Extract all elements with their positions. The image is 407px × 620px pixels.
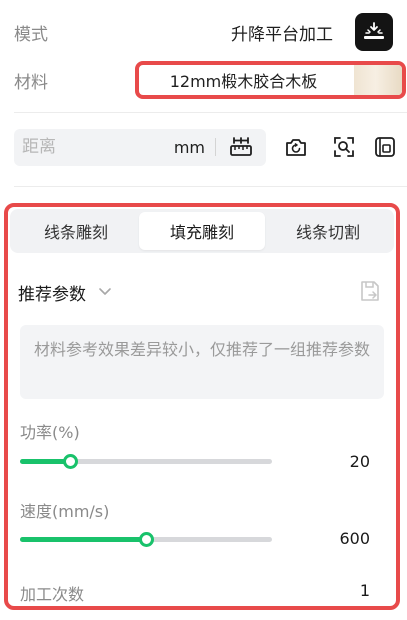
distance-row: mm	[0, 128, 407, 166]
mode-value[interactable]: 升降平台加工	[231, 20, 333, 45]
distance-input[interactable]	[14, 137, 174, 157]
speed-slider[interactable]	[20, 532, 272, 547]
preset-row[interactable]: 推荐参数	[18, 277, 382, 307]
passes-label: 加工次数	[20, 585, 85, 604]
power-value[interactable]: 20	[350, 452, 370, 471]
chevron-down-icon[interactable]	[98, 287, 112, 297]
preset-note: 材料参考效果差异较小，仅推荐了一组推荐参数	[20, 325, 384, 399]
passes-value[interactable]: 1	[360, 581, 370, 600]
camera-refresh-icon[interactable]	[282, 133, 310, 161]
speed-label: 速度(mm/s)	[20, 502, 110, 521]
ruler-measure-icon[interactable]	[216, 129, 266, 166]
preset-label: 推荐参数	[18, 284, 86, 305]
slider-thumb[interactable]	[139, 532, 154, 547]
distance-field: mm	[14, 128, 266, 166]
divider	[14, 112, 407, 113]
material-row: 材料 12mm椴木胶合木板	[0, 60, 407, 100]
mode-label: 模式	[14, 24, 48, 45]
tab-fill-engrave[interactable]: 填充雕刻	[139, 212, 265, 250]
power-label: 功率(%)	[20, 423, 80, 442]
divider	[14, 186, 407, 187]
focus-scan-icon[interactable]	[330, 133, 358, 161]
tab-line-cut[interactable]: 线条切割	[265, 212, 391, 250]
processing-panel: 线条雕刻 填充雕刻 线条切割 推荐参数 材料参考效果差异较小，仅推荐了一组推荐参…	[4, 203, 400, 610]
tab-line-engrave[interactable]: 线条雕刻	[13, 212, 139, 250]
power-slider[interactable]	[20, 454, 272, 469]
distance-unit: mm	[173, 137, 205, 157]
mode-row: 模式 升降平台加工	[0, 12, 407, 52]
wood-swatch	[354, 65, 402, 95]
speed-value[interactable]: 600	[339, 529, 370, 548]
slider-thumb[interactable]	[63, 454, 79, 469]
lift-platform-icon[interactable]	[355, 13, 393, 51]
material-value: 12mm椴木胶合木板	[169, 72, 318, 91]
slider-fill	[20, 537, 146, 542]
frame-view-icon[interactable]	[371, 133, 399, 161]
material-label: 材料	[14, 72, 48, 93]
process-tabs: 线条雕刻 填充雕刻 线条切割	[10, 209, 394, 253]
material-select[interactable]: 12mm椴木胶合木板	[135, 61, 406, 99]
save-preset-icon[interactable]	[358, 279, 382, 307]
